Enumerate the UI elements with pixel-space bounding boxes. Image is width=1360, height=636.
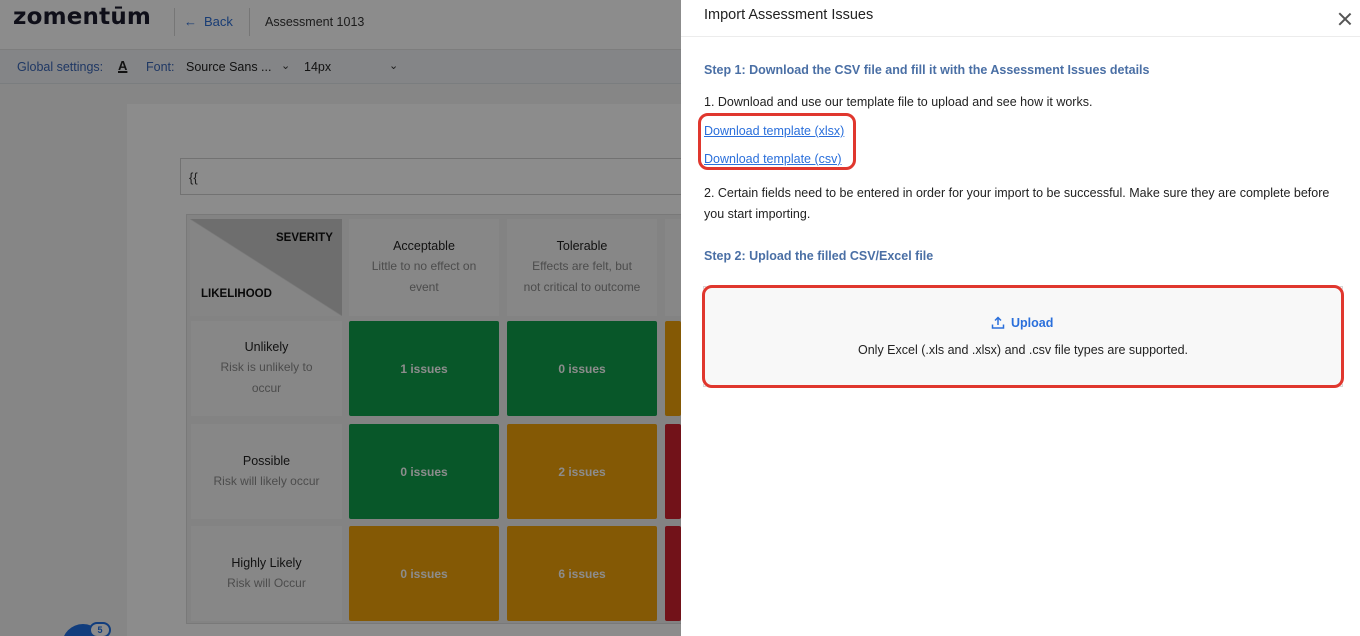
drawer-header: Import Assessment Issues <box>681 0 1360 37</box>
import-drawer: Import Assessment Issues Step 1: Downloa… <box>681 0 1360 636</box>
step1-requirement-note: 2. Certain fields need to be entered in … <box>704 186 1330 221</box>
drawer-title: Import Assessment Issues <box>704 7 874 23</box>
highlight-box <box>702 285 1344 388</box>
highlight-box <box>698 113 856 170</box>
close-icon[interactable] <box>1337 11 1353 27</box>
modal-backdrop[interactable] <box>0 0 681 636</box>
step1-instruction: 1. Download and use our template file to… <box>704 95 1093 109</box>
step1-heading: Step 1: Download the CSV file and fill i… <box>704 63 1150 77</box>
step2-heading: Step 2: Upload the filled CSV/Excel file <box>704 249 934 263</box>
